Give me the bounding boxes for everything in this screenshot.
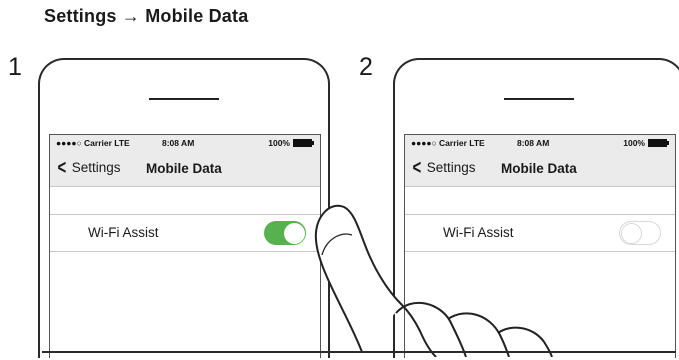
battery-percent: 100% <box>268 138 290 148</box>
nav-bar: < Settings Mobile Data <box>405 152 675 187</box>
phone-frame-1: ●●●●○ Carrier LTE 8:08 AM 100% < Setting… <box>38 58 330 358</box>
back-button[interactable]: < Settings <box>56 156 121 179</box>
step-number-1: 1 <box>8 53 22 81</box>
carrier-label: ●●●●○ Carrier LTE <box>56 138 130 148</box>
base-line <box>42 351 676 353</box>
back-button[interactable]: < Settings <box>411 156 476 179</box>
phone-screen-1: ●●●●○ Carrier LTE 8:08 AM 100% < Setting… <box>49 134 321 358</box>
phone-speaker <box>504 98 574 100</box>
battery-percent: 100% <box>623 138 645 148</box>
battery-icon <box>293 139 314 147</box>
section-spacer <box>50 187 320 215</box>
toggle-knob <box>621 223 642 244</box>
wifi-assist-toggle[interactable] <box>619 221 661 245</box>
nav-title: Mobile Data <box>146 161 222 176</box>
phone-speaker <box>149 98 219 100</box>
carrier-label: ●●●●○ Carrier LTE <box>411 138 485 148</box>
battery-icon <box>648 139 669 147</box>
nav-bar: < Settings Mobile Data <box>50 152 320 187</box>
status-bar: ●●●●○ Carrier LTE 8:08 AM 100% <box>50 135 320 152</box>
hand-tap-icon <box>314 204 553 357</box>
chevron-left-icon: < <box>57 156 67 179</box>
chevron-left-icon: < <box>412 156 422 179</box>
wifi-assist-label: Wi-Fi Assist <box>88 225 159 240</box>
status-bar: ●●●●○ Carrier LTE 8:08 AM 100% <box>405 135 675 152</box>
back-label: Settings <box>426 160 476 175</box>
status-time: 8:08 AM <box>517 138 550 148</box>
status-time: 8:08 AM <box>162 138 195 148</box>
battery-status: 100% <box>268 138 314 148</box>
nav-title: Mobile Data <box>501 161 577 176</box>
step-number-2: 2 <box>359 53 373 81</box>
wifi-assist-row: Wi-Fi Assist <box>50 215 320 252</box>
back-label: Settings <box>71 160 121 175</box>
instruction-title: Settings → Mobile Data <box>44 6 249 26</box>
battery-status: 100% <box>623 138 669 148</box>
